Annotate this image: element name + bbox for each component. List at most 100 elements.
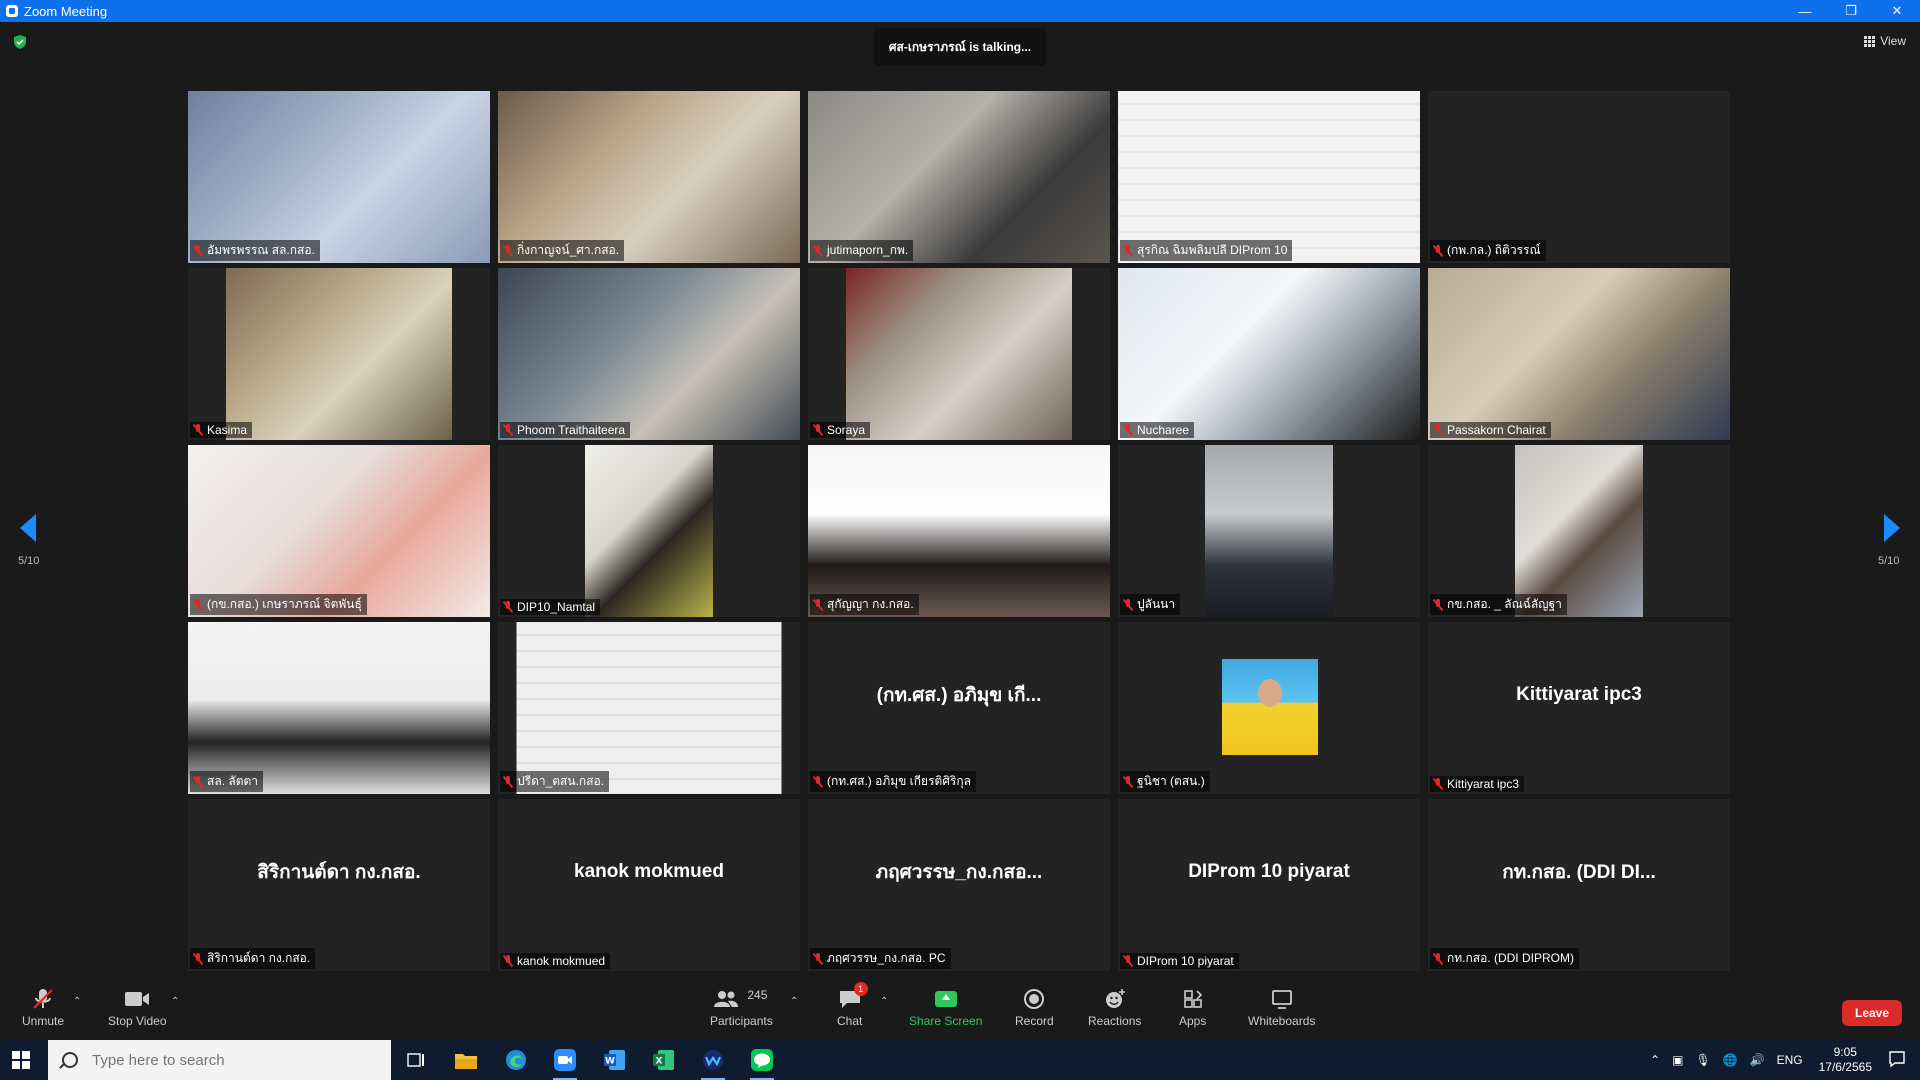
participant-tile[interactable]: สล. ลัตตา	[188, 622, 490, 794]
line-app-icon[interactable]	[748, 1046, 776, 1080]
microphone-tray-icon[interactable]: 🎙	[1695, 1053, 1710, 1067]
muted-microphone-icon	[503, 775, 513, 788]
muted-microphone-icon	[31, 986, 55, 1012]
participant-nameplate: กท.กสอ. (DDI DIPROM)	[1430, 948, 1579, 969]
security-shield-icon[interactable]	[12, 34, 28, 50]
participant-tile[interactable]: สุกัญญา กง.กสอ.	[808, 445, 1110, 617]
participant-tile[interactable]: ฐนิชา (ตสน.)	[1118, 622, 1420, 794]
leave-button[interactable]: Leave	[1842, 1000, 1902, 1026]
record-button[interactable]: Record	[1015, 986, 1054, 1028]
muted-microphone-icon	[1123, 424, 1133, 436]
participant-video	[1118, 91, 1420, 263]
unmute-button[interactable]: Unmute	[22, 986, 64, 1028]
volume-icon[interactable]: 🔊	[1750, 1053, 1765, 1067]
participant-tile[interactable]: ปูลันนา	[1118, 445, 1420, 617]
muted-microphone-icon	[1123, 775, 1133, 788]
network-globe-icon[interactable]: 🌐	[1723, 1053, 1738, 1067]
participant-tile[interactable]: กิ่งกาญจน์_ศา.กสอ.	[498, 91, 800, 263]
whiteboard-icon	[1271, 986, 1293, 1012]
participant-tile[interactable]: Nucharee	[1118, 268, 1420, 440]
word-app-icon[interactable]: W	[601, 1046, 629, 1074]
participant-tile[interactable]: กท.กสอ. (DDI DI... กท.กสอ. (DDI DIPROM)	[1428, 799, 1730, 971]
clock-date: 17/6/2565	[1818, 1060, 1872, 1074]
participant-nameplate: jutimaporn_กพ.	[810, 240, 914, 261]
restore-button[interactable]: ❐	[1828, 0, 1874, 22]
participant-tile[interactable]: Soraya	[808, 268, 1110, 440]
meet-now-icon[interactable]: ▣	[1672, 1053, 1683, 1067]
input-language[interactable]: ENG	[1777, 1053, 1803, 1067]
next-page-arrow-icon[interactable]	[1884, 514, 1900, 542]
participant-tile[interactable]: (กข.กสอ.) เกษราภรณ์ จิตพันธ์ุ	[188, 445, 490, 617]
notifications-icon[interactable]	[1888, 1050, 1906, 1071]
window-controls: — ❐ ✕	[1782, 0, 1920, 22]
participant-display-name: สิริกานต์ดา กง.กสอ.	[257, 862, 421, 883]
participant-video	[1428, 268, 1730, 440]
apps-label: Apps	[1179, 1014, 1207, 1028]
grid-view-icon	[1864, 35, 1876, 47]
participant-tile[interactable]: ปรีดา_ตสน.กสอ.	[498, 622, 800, 794]
webex-app-icon[interactable]	[699, 1046, 727, 1080]
participant-tile[interactable]: Kittiyarat ipc3 Kittiyarat ipc3	[1428, 622, 1730, 794]
unmute-label: Unmute	[22, 1014, 65, 1028]
muted-microphone-icon	[193, 775, 203, 788]
share-screen-button[interactable]: Share Screen	[909, 986, 982, 1028]
view-button[interactable]: View	[1864, 34, 1906, 48]
participant-tile[interactable]: สุรกิณ ฉิมพลิมปลี DIProm 10	[1118, 91, 1420, 263]
reactions-button[interactable]: Reactions	[1088, 986, 1141, 1028]
zoom-app-icon[interactable]	[551, 1046, 579, 1080]
file-explorer-icon[interactable]	[452, 1046, 480, 1074]
task-view-icon[interactable]	[402, 1046, 430, 1074]
participant-nameplate: Passakorn Chairat	[1430, 422, 1551, 438]
participant-name: กิ่งกาญจน์_ศา.กสอ.	[517, 243, 620, 257]
stop-video-button[interactable]: Stop Video	[108, 986, 167, 1028]
muted-microphone-icon	[1433, 424, 1443, 436]
participant-video	[188, 622, 490, 794]
muted-microphone-icon	[1433, 952, 1443, 965]
close-button[interactable]: ✕	[1874, 0, 1920, 22]
tray-overflow-chevron-icon[interactable]: ⌃	[1650, 1053, 1660, 1067]
participant-nameplate: DIP10_Namtal	[500, 599, 601, 615]
participant-tile[interactable]: อัมพรพรรณ สล.กสอ.	[188, 91, 490, 263]
participant-nameplate: ปูลันนา	[1120, 594, 1181, 615]
taskbar-search-input[interactable]	[90, 1050, 374, 1070]
participant-tile[interactable]: (กพ.กล.) ถิติวรรณ์	[1428, 91, 1730, 263]
participant-display-name: (กท.ศส.) อภิมุข เกี...	[876, 685, 1042, 706]
participant-tile[interactable]: Passakorn Chairat	[1428, 268, 1730, 440]
page-indicator-right: 5/10	[1878, 555, 1900, 567]
participant-tile[interactable]: ภฤศวรรษ_กง.กสอ... ภฤศวรรษ_กง.กสอ. PC	[808, 799, 1110, 971]
participant-name: ภฤศวรรษ_กง.กสอ. PC	[827, 951, 946, 965]
excel-app-icon[interactable]: X	[650, 1046, 678, 1074]
participant-tile[interactable]: สิริกานต์ดา กง.กสอ. สิริกานต์ดา กง.กสอ.	[188, 799, 490, 971]
taskbar-search-box[interactable]	[48, 1040, 391, 1080]
participant-tile[interactable]: Phoom Traithaiteera	[498, 268, 800, 440]
participant-tile[interactable]: kanok mokmued kanok mokmued	[498, 799, 800, 971]
participant-tile[interactable]: Kasima	[188, 268, 490, 440]
whiteboards-button[interactable]: Whiteboards	[1248, 986, 1315, 1028]
zoom-logo-icon	[6, 5, 18, 17]
participant-name: อัมพรพรรณ สล.กสอ.	[207, 243, 315, 257]
muted-microphone-icon	[503, 955, 513, 967]
participant-nameplate: Kittiyarat ipc3	[1430, 776, 1525, 792]
edge-browser-icon[interactable]	[502, 1046, 530, 1074]
windows-start-icon[interactable]	[12, 1051, 30, 1069]
reactions-label: Reactions	[1088, 1014, 1142, 1028]
previous-page-arrow-icon[interactable]	[20, 514, 36, 542]
audio-options-chevron-icon[interactable]: ⌃	[73, 996, 81, 1007]
chat-options-chevron-icon[interactable]: ⌃	[880, 996, 888, 1007]
participant-tile[interactable]: (กท.ศส.) อภิมุข เกี... (กท.ศส.) อภิมุข เก…	[808, 622, 1110, 794]
participant-tile[interactable]: jutimaporn_กพ.	[808, 91, 1110, 263]
participants-options-chevron-icon[interactable]: ⌃	[790, 996, 798, 1007]
participant-tile[interactable]: DIP10_Namtal	[498, 445, 800, 617]
apps-button[interactable]: Apps	[1179, 986, 1206, 1028]
participants-button[interactable]: 245 Participants	[710, 986, 773, 1028]
video-options-chevron-icon[interactable]: ⌃	[171, 996, 179, 1007]
gallery-grid: อัมพรพรรณ สล.กสอ. กิ่งกาญจน์_ศา.กสอ. jutim…	[188, 91, 1732, 971]
participant-display-name: ภฤศวรรษ_กง.กสอ...	[875, 862, 1043, 883]
system-clock[interactable]: 9:05 17/6/2565	[1819, 1045, 1872, 1075]
participant-tile[interactable]: กข.กสอ. _ ลัณฉ์ลัญฐา	[1428, 445, 1730, 617]
windows-taskbar: W X ⌃ ▣ 🎙 🌐 🔊 ENG 9:05 17/6/2565	[0, 1040, 1920, 1080]
participant-tile[interactable]: DIProm 10 piyarat DIProm 10 piyarat	[1118, 799, 1420, 971]
chat-button[interactable]: 1 Chat	[837, 982, 868, 1028]
minimize-button[interactable]: —	[1782, 0, 1828, 22]
muted-microphone-icon	[1433, 598, 1443, 611]
